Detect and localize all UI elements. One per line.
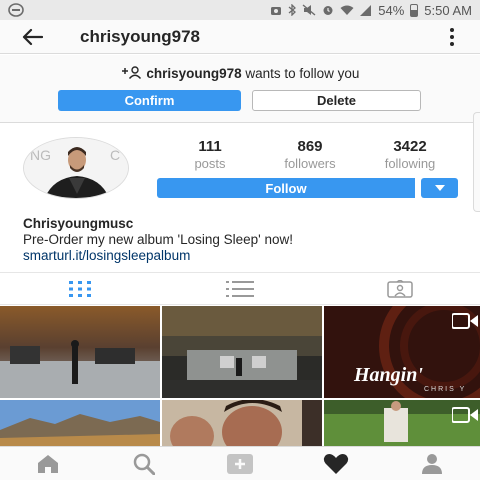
following-stat[interactable]: 3422 following <box>360 138 460 171</box>
followers-stat[interactable]: 869 followers <box>260 138 360 171</box>
add-person-icon <box>121 66 141 79</box>
posts-label: posts <box>194 156 226 171</box>
nav-activity[interactable] <box>288 447 384 480</box>
selfie-photo <box>162 400 322 446</box>
list-icon <box>226 280 254 297</box>
profile-header: chrisyoung978 <box>0 20 480 54</box>
video-camera-icon <box>452 313 478 329</box>
wifi-icon <box>340 5 354 15</box>
page-title: chrisyoung978 <box>80 26 200 46</box>
confirm-button[interactable]: Confirm <box>58 90 241 111</box>
following-count: 3422 <box>393 138 427 155</box>
bluetooth-icon <box>288 4 297 16</box>
follow-button[interactable]: Follow <box>157 178 415 198</box>
alarm-icon <box>323 6 333 15</box>
svg-text:NG: NG <box>30 147 51 163</box>
battery-percent: 54% <box>378 2 405 18</box>
heart-icon <box>323 453 349 474</box>
tab-tagged[interactable] <box>320 273 480 304</box>
nav-add-post[interactable] <box>192 447 288 480</box>
grid-post-6[interactable] <box>324 400 480 446</box>
nav-search[interactable] <box>96 447 192 480</box>
video-overlay-subtitle: CHRIS Y <box>424 386 467 393</box>
mountain-landscape-photo <box>0 400 160 446</box>
svg-text:C: C <box>110 147 120 163</box>
more-options-button[interactable] <box>446 25 458 49</box>
profile-view-tabs <box>0 272 480 305</box>
grid-icon <box>69 280 91 297</box>
following-label: following <box>384 156 436 171</box>
nav-profile[interactable] <box>384 447 480 480</box>
grid-post-5[interactable] <box>162 400 322 446</box>
messenger-icon <box>8 3 24 17</box>
followers-label: followers <box>284 156 336 171</box>
video-camera-icon <box>452 407 478 423</box>
person-icon <box>422 453 442 474</box>
signal-icon <box>360 4 372 16</box>
profile-bio: Chrisyoungmusc Pre-Order my new album 'L… <box>23 216 293 264</box>
posts-stat[interactable]: 111 posts <box>160 138 260 171</box>
edge-panel-handle[interactable] <box>473 112 480 212</box>
add-post-icon <box>227 453 253 474</box>
grid-post-3[interactable]: Hangin' CHRIS Y <box>324 306 480 398</box>
battery-icon <box>410 3 419 17</box>
request-message: wants to follow you <box>245 66 360 81</box>
tab-list[interactable] <box>160 273 320 304</box>
avatar[interactable]: NG C <box>23 137 129 199</box>
camera-status-icon <box>271 6 282 15</box>
tab-grid[interactable] <box>0 273 160 304</box>
chevron-down-icon <box>434 185 445 191</box>
grid-post-1[interactable] <box>0 306 160 398</box>
follow-request-banner: chrisyoung978 wants to follow you Confir… <box>0 55 480 123</box>
tagged-icon <box>387 279 413 298</box>
concert-stage-photo <box>0 306 160 398</box>
nav-home[interactable] <box>0 447 96 480</box>
posts-count: 111 <box>198 138 222 155</box>
back-button[interactable] <box>12 20 52 54</box>
mute-icon <box>302 4 316 16</box>
profile-stats: 111 posts 869 followers 3422 following <box>160 138 460 171</box>
arena-concert-photo <box>162 306 322 398</box>
profile-photo: NG C <box>24 138 128 198</box>
bio-name: Chrisyoungmusc <box>23 216 134 231</box>
back-arrow-icon <box>22 28 43 45</box>
request-username[interactable]: chrisyoung978 <box>146 66 241 81</box>
home-icon <box>38 454 58 473</box>
grid-post-2[interactable] <box>162 306 322 398</box>
photo-grid: Hangin' CHRIS Y <box>0 306 480 446</box>
search-icon <box>133 453 155 475</box>
bio-link[interactable]: smarturl.it/losingsleepalbum <box>23 248 293 264</box>
delete-button[interactable]: Delete <box>252 90 421 111</box>
suggested-users-dropdown[interactable] <box>421 178 458 198</box>
status-bar: 54% 5:50 AM <box>0 0 480 20</box>
followers-count: 869 <box>297 138 323 155</box>
bio-text: Pre-Order my new album 'Losing Sleep' no… <box>23 232 294 247</box>
video-overlay-title: Hangin' <box>354 364 423 386</box>
clock-time: 5:50 AM <box>424 2 472 18</box>
bottom-navigation <box>0 446 480 480</box>
follow-request-text: chrisyoung978 wants to follow you <box>0 66 480 81</box>
grid-post-4[interactable] <box>0 400 160 446</box>
more-vertical-icon <box>450 27 454 32</box>
